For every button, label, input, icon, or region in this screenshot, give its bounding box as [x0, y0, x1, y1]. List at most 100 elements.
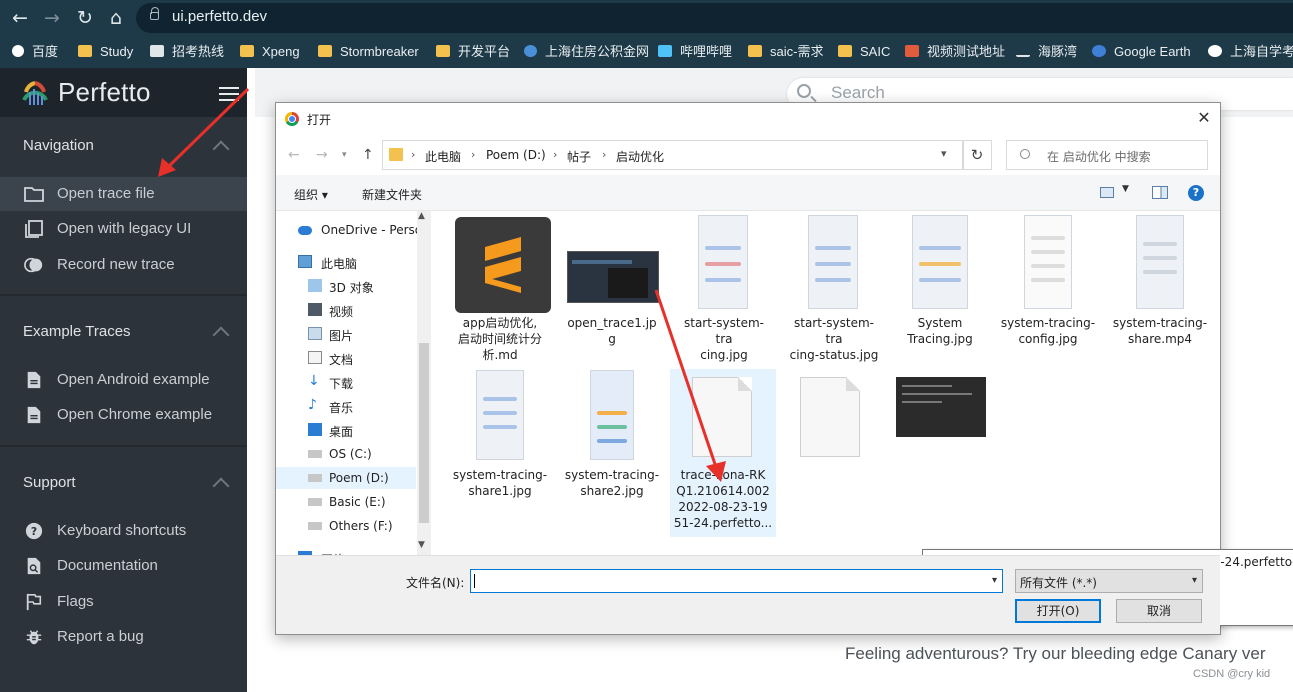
sidebar-item-open-trace-file[interactable]: Open trace file	[0, 177, 247, 211]
section-title-example-traces[interactable]: Example Traces	[23, 323, 131, 340]
preview-pane-icon[interactable]	[1152, 186, 1168, 199]
file-item[interactable]: start-system-tra cing.jpg	[676, 211, 772, 371]
bookmark-item[interactable]: 哔哩哔哩	[658, 42, 732, 62]
file-icon	[27, 406, 41, 424]
bookmark-item[interactable]: 招考热线	[150, 42, 224, 62]
bookmark-item[interactable]: saic-需求	[748, 42, 823, 62]
home-icon[interactable]: ⌂	[104, 6, 128, 30]
back-arrow-icon[interactable]: ←	[288, 147, 300, 163]
section-title-navigation[interactable]: Navigation	[23, 137, 94, 154]
bookmark-item[interactable]: 视频测试地址	[905, 42, 1005, 62]
url-text[interactable]: ui.perfetto.dev	[172, 8, 267, 25]
canary-promo-text[interactable]: Feeling adventurous? Try our bleeding ed…	[845, 644, 1266, 664]
bookmark-item[interactable]: Stormbreaker	[318, 42, 419, 62]
sidebar-item-report-a-bug[interactable]: Report a bug	[0, 620, 247, 654]
chevron-down-icon[interactable]: ▾	[1192, 575, 1197, 586]
address-bar[interactable]: ui.perfetto.dev	[136, 3, 1293, 33]
sidebar-item-open-legacy-ui[interactable]: Open with legacy UI	[0, 212, 247, 246]
refresh-icon[interactable]: ↻	[962, 140, 992, 170]
help-icon[interactable]: ?	[1188, 185, 1204, 201]
bookmark-item[interactable]: 上海住房公积金网	[524, 42, 649, 62]
cancel-button[interactable]: 取消	[1116, 599, 1202, 623]
filename-input[interactable]: ▾	[470, 569, 1003, 593]
filename-label: 文件名(N):	[406, 576, 465, 590]
section-title-support[interactable]: Support	[23, 474, 76, 491]
view-icon[interactable]	[1100, 187, 1114, 198]
folder-search-input[interactable]: 在 启动优化 中搜索	[1006, 140, 1208, 170]
file-item[interactable]	[782, 369, 878, 529]
sidebar-item-open-android-example[interactable]: Open Android example	[0, 363, 247, 397]
file-item[interactable]: app启动优化, 启动时间统计分 析.md	[452, 211, 551, 371]
sidebar-item-keyboard-shortcuts[interactable]: ? Keyboard shortcuts	[0, 514, 247, 548]
sidebar-item-open-chrome-example[interactable]: Open Chrome example	[0, 398, 247, 432]
tree-item-drive-e[interactable]: Basic (E:)	[276, 491, 416, 513]
doc-search-icon	[27, 557, 41, 575]
file-item[interactable]	[892, 369, 988, 529]
file-item[interactable]: System Tracing.jpg	[892, 211, 988, 371]
new-folder-button[interactable]: 新建文件夹	[362, 186, 422, 203]
chevron-right-icon[interactable]: ›	[602, 148, 606, 161]
bookmark-item[interactable]: 百度	[12, 42, 58, 62]
file-item-selected-trace[interactable]: trace-kona-RK Q1.210614.002 2022-08-23-1…	[670, 369, 776, 537]
file-type-select[interactable]: 所有文件 (*.*) ▾	[1015, 569, 1203, 593]
chevron-down-icon[interactable]: ▼	[418, 540, 425, 550]
chevron-down-icon[interactable]: ▾	[941, 147, 947, 160]
tree-item-pictures[interactable]: 图片	[276, 323, 416, 345]
tree-item-documents[interactable]: 文档	[276, 347, 416, 369]
bookmark-item[interactable]: 海豚湾	[1016, 42, 1077, 62]
organize-button[interactable]: 组织 ▾	[294, 186, 328, 203]
breadcrumb[interactable]: › 此电脑 › Poem (D:) › 帖子 › 启动优化 ▾	[382, 140, 964, 170]
chevron-up-icon[interactable]: ▲	[418, 211, 425, 221]
breadcrumb-item[interactable]: 此电脑	[425, 148, 461, 165]
open-button[interactable]: 打开(O)	[1015, 599, 1101, 623]
chevron-up-icon[interactable]	[212, 326, 230, 344]
flag-icon	[26, 593, 42, 611]
sidebar-item-record-new-trace[interactable]: Record new trace	[0, 248, 247, 282]
chevron-right-icon[interactable]: ›	[553, 148, 557, 161]
chevron-down-icon[interactable]: ▾	[342, 150, 347, 160]
file-item[interactable]: system-tracing- config.jpg	[1000, 211, 1096, 371]
tree-item-3d-objects[interactable]: 3D 对象	[276, 275, 416, 297]
chevron-up-icon[interactable]	[212, 477, 230, 495]
tree-item-drive-c[interactable]: OS (C:)	[276, 443, 416, 465]
tree-item-drive-d[interactable]: Poem (D:)	[276, 467, 416, 489]
up-arrow-icon[interactable]: ↑	[362, 147, 374, 163]
chevron-up-icon[interactable]	[212, 140, 230, 158]
back-arrow-icon[interactable]: ←	[8, 6, 32, 30]
menu-icon[interactable]	[219, 87, 239, 101]
chevron-down-icon[interactable]: ▾	[992, 575, 997, 586]
breadcrumb-item[interactable]: Poem (D:)	[486, 148, 546, 162]
bookmark-item[interactable]: 上海自学考	[1208, 42, 1293, 62]
bookmark-item[interactable]: Study	[78, 42, 133, 62]
file-item[interactable]: system-tracing- share.mp4	[1112, 211, 1208, 371]
close-icon[interactable]: ✕	[1194, 108, 1214, 127]
sidebar-item-documentation[interactable]: Documentation	[0, 549, 247, 583]
sidebar-item-flags[interactable]: Flags	[0, 585, 247, 619]
breadcrumb-item[interactable]: 启动优化	[616, 148, 664, 165]
tree-item-music[interactable]: ♪ 音乐	[276, 395, 416, 417]
forward-arrow-icon[interactable]: →	[316, 147, 328, 163]
tree-item-onedrive[interactable]: OneDrive - Perso	[276, 219, 422, 241]
file-item[interactable]: start-system-tra cing-status.jpg	[786, 211, 882, 371]
tree-item-this-pc[interactable]: 此电脑	[276, 251, 416, 273]
chevron-down-icon[interactable]: ▼	[1122, 184, 1129, 194]
tree-item-desktop[interactable]: 桌面	[276, 419, 416, 441]
address-row: ← → ▾ ↑ › 此电脑 › Poem (D:) › 帖子 › 启动优化 ▾ …	[276, 135, 1220, 175]
tree-item-downloads[interactable]: ↓ 下载	[276, 371, 416, 393]
chevron-right-icon[interactable]: ›	[411, 148, 415, 161]
tree-item-network[interactable]: 网络	[276, 547, 416, 555]
reload-icon[interactable]: ↻	[73, 6, 97, 30]
tree-item-drive-f[interactable]: Others (F:)	[276, 515, 416, 537]
forward-arrow-icon[interactable]: →	[40, 6, 64, 30]
tree-item-videos[interactable]: 视频	[276, 299, 416, 321]
tree-scroll-thumb[interactable]	[419, 343, 429, 523]
bookmark-item[interactable]: Google Earth	[1092, 42, 1191, 62]
bookmark-item[interactable]: SAIC	[838, 42, 890, 62]
file-item[interactable]: open_trace1.jp g	[564, 211, 660, 371]
bookmark-item[interactable]: Xpeng	[240, 42, 300, 62]
chevron-right-icon[interactable]: ›	[471, 148, 475, 161]
file-item[interactable]: system-tracing- share2.jpg	[564, 366, 660, 526]
file-item[interactable]: system-tracing- share1.jpg	[452, 366, 548, 526]
bookmark-item[interactable]: 开发平台	[436, 42, 510, 62]
breadcrumb-item[interactable]: 帖子	[567, 148, 591, 165]
